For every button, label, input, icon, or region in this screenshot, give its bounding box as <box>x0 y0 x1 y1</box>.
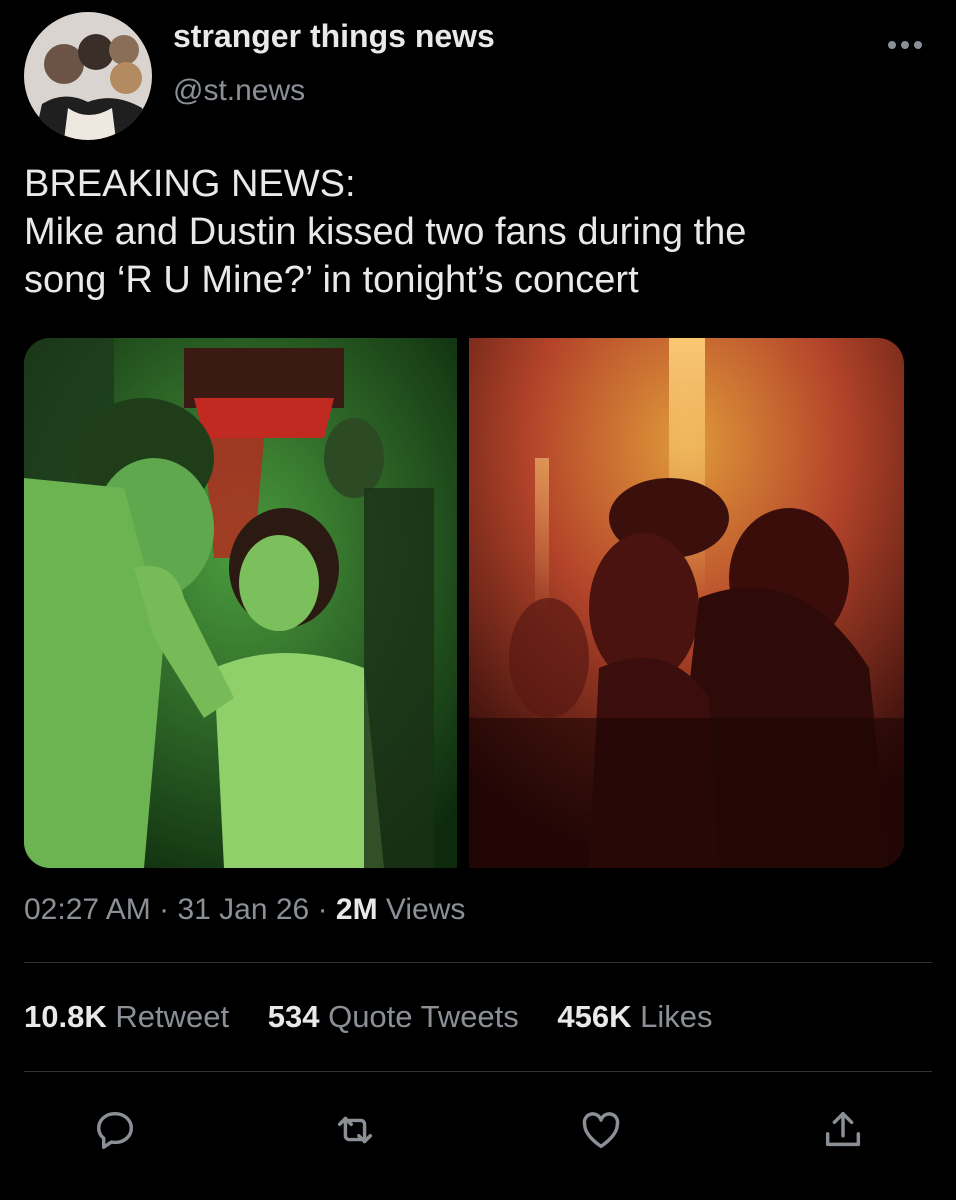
views-count: 2M <box>335 893 378 926</box>
like-button[interactable] <box>576 1105 626 1155</box>
reply-button[interactable] <box>90 1105 140 1155</box>
more-options-icon[interactable] <box>888 40 922 50</box>
likes-count: 456K <box>557 999 632 1034</box>
tweet-line: song ‘R U Mine?’ in tonight’s concert <box>24 259 639 301</box>
action-bar <box>0 1105 956 1155</box>
quotes-stat[interactable]: 534 Quote Tweets <box>268 999 528 1034</box>
tweet-time[interactable]: 02:27 AM <box>24 893 151 926</box>
display-name[interactable]: stranger things news <box>173 18 495 55</box>
likes-stat[interactable]: 456K Likes <box>557 999 712 1034</box>
concert-photo-red[interactable] <box>469 338 904 868</box>
concert-photo-green[interactable] <box>24 338 457 868</box>
retweets-count: 10.8K <box>24 999 107 1034</box>
user-handle[interactable]: @st.news <box>173 74 305 108</box>
more-dot <box>888 41 896 49</box>
avatar-image <box>24 12 152 140</box>
meta-separator: · <box>317 893 336 926</box>
quotes-label: Quote Tweets <box>328 999 519 1034</box>
retweets-stat[interactable]: 10.8K Retweet <box>24 999 238 1034</box>
more-dot <box>914 41 922 49</box>
tweet-line: BREAKING NEWS: <box>24 163 356 205</box>
like-icon <box>582 1112 620 1149</box>
views-label: Views <box>385 893 466 926</box>
tweet-media <box>24 338 904 868</box>
photo-green-image <box>24 338 457 868</box>
tweet-date[interactable]: 31 Jan 26 <box>177 893 309 926</box>
avatar[interactable] <box>24 12 152 140</box>
likes-label: Likes <box>640 999 713 1034</box>
photo-red-image <box>469 338 904 868</box>
share-icon <box>825 1111 861 1147</box>
meta-separator: · <box>159 893 178 926</box>
divider <box>24 962 932 963</box>
retweet-button[interactable] <box>330 1105 380 1155</box>
tweet-text: BREAKING NEWS: Mike and Dustin kissed tw… <box>24 160 934 304</box>
divider <box>24 1071 932 1072</box>
retweets-label: Retweet <box>115 999 230 1034</box>
tweet-meta: 02:27 AM · 31 Jan 26 · 2M Views <box>24 893 465 927</box>
quotes-count: 534 <box>267 999 320 1034</box>
tweet-line: Mike and Dustin kissed two fans during t… <box>24 211 747 253</box>
share-button[interactable] <box>818 1105 868 1155</box>
reply-icon <box>96 1111 134 1149</box>
engagement-stats: 10.8K Retweet 534 Quote Tweets 456K Like… <box>24 999 743 1035</box>
retweet-icon <box>337 1116 373 1144</box>
more-dot <box>901 41 909 49</box>
